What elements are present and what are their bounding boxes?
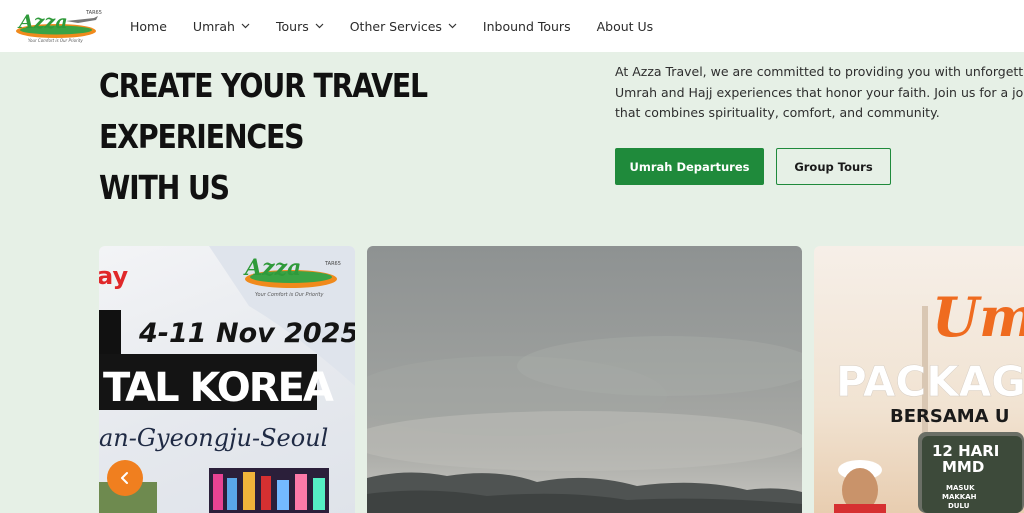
- group-tours-button[interactable]: Group Tours: [776, 148, 891, 185]
- carousel-prev-button[interactable]: [107, 460, 143, 496]
- hero-title: CREATE YOUR TRAVEL EXPERIENCES WITH US: [99, 60, 503, 213]
- umrah-departures-button[interactable]: Umrah Departures: [615, 148, 764, 185]
- umrah-poster: Um PACKAG BERSAMA U 12 HARI MMD MASUK MA…: [834, 285, 1024, 513]
- chevron-down-icon: [241, 23, 250, 29]
- hero-description: At Azza Travel, we are committed to prov…: [615, 62, 1024, 124]
- hero-text-line3: that combines spirituality, comfort, and…: [615, 105, 940, 120]
- poster-logo-badge: TAR65: [324, 261, 341, 267]
- logo-text: Azza: [17, 11, 68, 33]
- poster-badge-sub3: DULU: [948, 502, 970, 510]
- carousel-card-landscape[interactable]: [367, 246, 802, 513]
- nav-about-us[interactable]: About Us: [597, 19, 654, 34]
- poster-package-headline: PACKAG: [836, 357, 1024, 406]
- poster-badge-code: MMD: [942, 458, 984, 476]
- nav-other-services[interactable]: Other Services: [350, 19, 457, 34]
- site-header: Azza TAR65 Your Comfort is Our Priority …: [0, 0, 1024, 52]
- hero-text-line1: At Azza Travel, we are committed to prov…: [615, 64, 1024, 79]
- poster-badge-sub1: MASUK: [946, 484, 975, 492]
- hero-text-line2: Umrah and Hajj experiences that honor yo…: [615, 84, 1024, 100]
- nav-home[interactable]: Home: [130, 19, 167, 34]
- azza-logo[interactable]: Azza TAR65 Your Comfort is Our Priority: [16, 7, 102, 43]
- poster-script-text: Um: [932, 285, 1024, 349]
- logo-badge: TAR65: [85, 10, 102, 16]
- hero-title-line2: WITH US: [99, 168, 230, 207]
- poster-dates: 4-11 Nov 2025: [138, 318, 355, 349]
- nav-about-us-label: About Us: [596, 18, 654, 34]
- chevron-left-icon: [121, 472, 128, 484]
- nav-home-label: Home: [130, 18, 167, 34]
- chevron-down-icon: [315, 23, 324, 29]
- nav-other-services-label: Other Services: [349, 18, 442, 34]
- nav-umrah[interactable]: Umrah: [193, 19, 250, 34]
- nav-tours[interactable]: Tours: [276, 19, 324, 34]
- poster-subheadline: BERSAMA U: [890, 406, 1010, 427]
- logo-tagline: Your Comfort is Our Priority: [28, 38, 83, 43]
- poster-logo-text: Azza: [243, 255, 301, 281]
- poster-logo-tagline: Your Comfort is Our Priority: [255, 292, 324, 298]
- nav-inbound-tours-label: Inbound Tours: [482, 18, 571, 34]
- poster-headline: TAL KOREA: [103, 365, 334, 411]
- main-nav: Home Umrah Tours Other Services Inbound …: [130, 0, 679, 52]
- hero-title-line1: CREATE YOUR TRAVEL EXPERIENCES: [99, 66, 428, 156]
- nav-tours-label: Tours: [275, 18, 309, 34]
- nav-umrah-label: Umrah: [192, 18, 235, 34]
- poster-route: an-Gyeongju-Seoul: [99, 424, 328, 452]
- nav-inbound-tours[interactable]: Inbound Tours: [483, 19, 571, 34]
- poster-corner-text: ay: [99, 262, 128, 290]
- chevron-down-icon: [448, 23, 457, 29]
- landscape-image: [367, 336, 802, 513]
- poster-badge-sub2: MAKKAH: [942, 493, 977, 501]
- carousel-card-umrah-package[interactable]: Um PACKAG BERSAMA U 12 HARI MMD MASUK MA…: [814, 246, 1024, 513]
